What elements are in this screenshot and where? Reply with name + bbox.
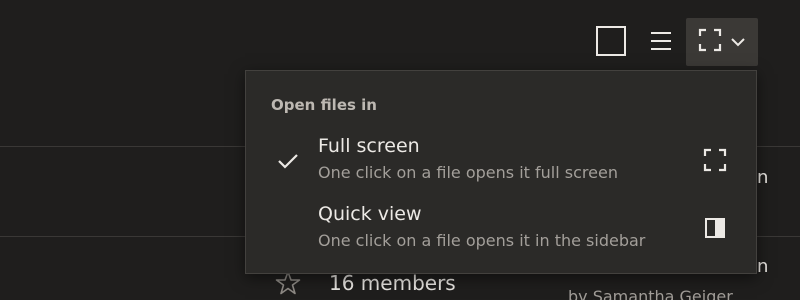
checkmark-icon <box>276 149 300 173</box>
grid-view-button[interactable] <box>592 24 630 62</box>
option-title: Full screen <box>318 135 420 157</box>
option-description: One click on a file opens it full screen <box>318 163 618 182</box>
option-title: Quick view <box>318 203 422 225</box>
menu-heading: Open files in <box>271 96 377 114</box>
fullscreen-icon <box>702 147 728 173</box>
menu-option-full-screen[interactable]: Full screen One click on a file opens it… <box>246 131 756 195</box>
open-files-menu: Open files in Full screen One click on a… <box>245 70 757 274</box>
option-description: One click on a file opens it in the side… <box>318 231 646 250</box>
grid-view-icon <box>595 25 627 61</box>
files-page: n n / / 16 members by Samantha Geiger <box>0 0 800 300</box>
row-label-fragment: n <box>757 167 769 188</box>
fullscreen-icon <box>698 28 722 56</box>
list-view-button[interactable] <box>642 24 680 62</box>
chevron-down-icon <box>730 33 746 52</box>
sidebar-panel-icon <box>702 215 728 241</box>
owner-byline: by Samantha Geiger <box>568 287 733 300</box>
row-label-fragment: n <box>757 256 769 277</box>
open-mode-dropdown-button[interactable] <box>686 18 758 66</box>
list-view-icon <box>649 30 673 56</box>
menu-option-quick-view[interactable]: Quick view One click on a file opens it … <box>246 199 756 263</box>
